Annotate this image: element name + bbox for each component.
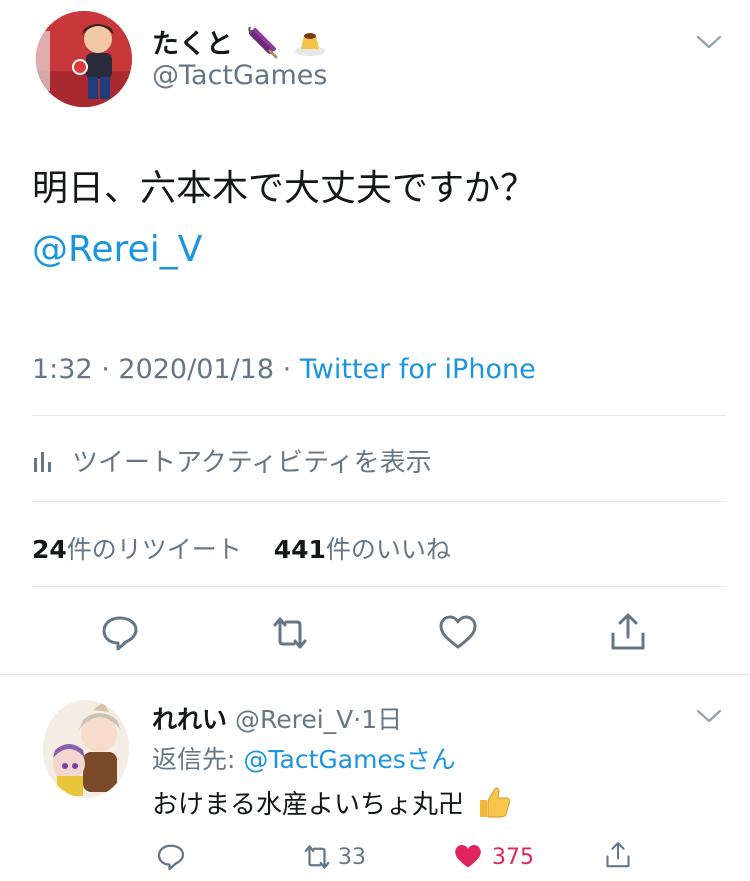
tweet-meta: 1:32 · 2020/01/18 · Twitter for iPhone: [32, 354, 536, 385]
share-icon[interactable]: [604, 840, 632, 870]
tweet-activity-label: ツイートアクティビティを表示: [72, 448, 432, 478]
reply-icon[interactable]: [156, 842, 186, 872]
heart-filled-icon: [455, 845, 481, 868]
reply-context: 返信先: @TactGamesさん: [152, 740, 456, 776]
retweet-stat[interactable]: 24件のリツイート: [32, 535, 242, 564]
thumbs-up-icon: [476, 784, 512, 827]
tweet-date: 2020/01/18: [118, 354, 275, 385]
reply-display-name[interactable]: れれい: [152, 705, 227, 734]
pudding-icon: [294, 27, 326, 64]
like-icon[interactable]: [438, 613, 478, 653]
reply-body: おけまる水産よいちょ丸卍: [152, 790, 465, 820]
retweet-icon[interactable]: [270, 613, 310, 653]
like-label: 件のいいね: [325, 535, 451, 564]
section-divider: [0, 674, 750, 685]
mention-link[interactable]: @Rerei_V: [32, 225, 202, 275]
reply-prefix: 返信先:: [152, 745, 244, 774]
reply-age: 1日: [361, 705, 403, 734]
retweet-count: 33: [338, 844, 366, 870]
share-icon[interactable]: [608, 612, 648, 652]
tweet-time: 1:32: [32, 354, 93, 385]
divider: [32, 501, 726, 502]
avatar[interactable]: [36, 11, 132, 107]
reply-avatar[interactable]: [43, 700, 129, 798]
chevron-down-icon[interactable]: [696, 708, 722, 724]
reply-icon[interactable]: [100, 613, 140, 653]
retweet-count: 24: [32, 535, 67, 564]
tweet-text: 明日、六本木で大丈夫ですか？: [32, 168, 537, 209]
avatar-image: [43, 700, 129, 798]
avatar-image: [36, 11, 132, 107]
meta-separator: ·: [92, 354, 119, 385]
retweet-icon: [304, 845, 330, 869]
reply-header: れれい @Rerei_V·1日: [152, 700, 402, 736]
like-count: 441: [273, 535, 326, 564]
reply-handle[interactable]: @Rerei_V: [235, 705, 353, 734]
chevron-down-icon[interactable]: [696, 34, 722, 50]
divider: [32, 415, 726, 416]
like-count: 375: [492, 844, 534, 870]
tweet-activity-link[interactable]: ツイートアクティビティを表示: [32, 442, 432, 479]
meta-separator: ·: [274, 354, 300, 385]
divider: [32, 586, 726, 587]
reply-retweet-action[interactable]: 33: [300, 842, 366, 872]
handle[interactable]: @TactGames: [152, 60, 327, 91]
tweet-stats: 24件のリツイート 441件のいいね: [32, 530, 451, 566]
reply-text: おけまる水産よいちょ丸卍: [152, 784, 512, 827]
display-name-text: たくと: [152, 29, 233, 60]
reply-like-action[interactable]: 375: [452, 842, 534, 872]
analytics-icon: [34, 451, 51, 472]
retweet-label: 件のリツイート: [66, 535, 242, 564]
reply-to-link[interactable]: @TactGamesさん: [243, 745, 455, 774]
source-link[interactable]: Twitter for iPhone: [300, 354, 536, 385]
like-stat[interactable]: 441件のいいね: [274, 535, 451, 564]
